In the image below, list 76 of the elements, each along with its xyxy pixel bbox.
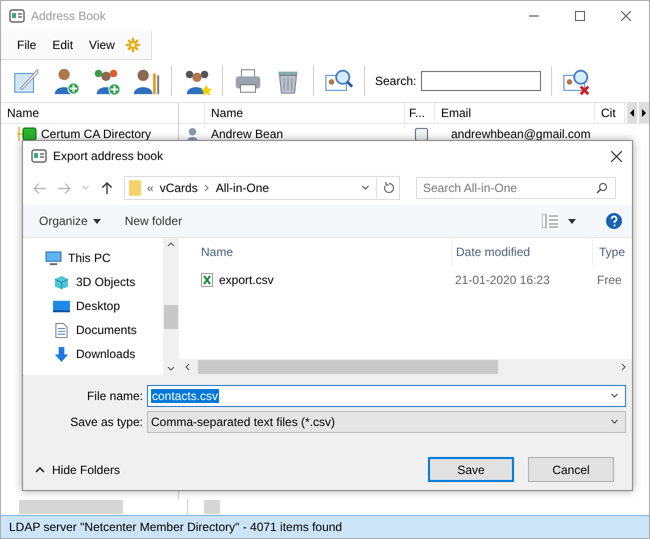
field-label: File name: bbox=[86, 389, 143, 403]
caret-icon bbox=[92, 218, 101, 224]
path-overflow[interactable]: « bbox=[147, 181, 154, 195]
document-icon bbox=[53, 322, 70, 338]
desktop-icon bbox=[53, 298, 70, 314]
file-name[interactable]: export.csv bbox=[219, 273, 274, 287]
status-text: LDAP server "Netcenter Member Directory" - 4071 items found bbox=[9, 520, 342, 534]
chevron-down-icon[interactable] bbox=[610, 393, 619, 399]
scrollbar-thumb[interactable] bbox=[19, 500, 123, 514]
nav-item[interactable]: 3D Objects bbox=[76, 275, 136, 289]
scrollbar-thumb[interactable] bbox=[198, 360, 498, 374]
scroll-left-icon[interactable] bbox=[185, 363, 190, 371]
close-icon[interactable] bbox=[621, 11, 631, 21]
column-header[interactable]: Name bbox=[205, 103, 405, 123]
hide-folders-button[interactable]: Hide Folders bbox=[35, 462, 120, 476]
monitor-icon bbox=[45, 250, 62, 266]
folder-icon bbox=[129, 179, 141, 197]
column-header[interactable]: Name bbox=[1, 103, 178, 124]
help-icon[interactable] bbox=[606, 213, 622, 229]
column-header[interactable]: Email bbox=[435, 103, 595, 123]
dialog-title: Export address book bbox=[53, 149, 164, 163]
cancel-button[interactable]: Cancel bbox=[528, 457, 614, 482]
up-arrow-icon[interactable] bbox=[100, 182, 114, 194]
download-arrow-icon bbox=[53, 346, 70, 362]
tree-item[interactable]: Certum CA Directory bbox=[41, 127, 152, 141]
scrollbar[interactable] bbox=[163, 238, 179, 375]
chevron-down-icon[interactable] bbox=[610, 419, 619, 425]
file-name-field[interactable]: contacts.csv bbox=[147, 385, 626, 407]
app-icon bbox=[31, 149, 47, 163]
chevron-up-icon bbox=[35, 466, 45, 472]
caret-icon[interactable] bbox=[568, 218, 576, 224]
organize-button[interactable]: Organize bbox=[39, 214, 101, 228]
scroll-down-icon[interactable] bbox=[167, 366, 175, 371]
scrollbar[interactable] bbox=[179, 359, 632, 375]
contact-name: Andrew Bean bbox=[210, 127, 284, 141]
column-header[interactable]: Cit bbox=[595, 103, 625, 123]
address-bar[interactable]: « vCards All-in-One bbox=[124, 176, 400, 200]
field-label: Save as type: bbox=[69, 415, 143, 429]
column-header[interactable]: Name bbox=[179, 245, 451, 259]
path-segment[interactable]: All-in-One bbox=[216, 181, 270, 195]
search-label: Search: bbox=[375, 74, 416, 88]
file-date: 21-01-2020 16:23 bbox=[454, 272, 551, 289]
app-icon bbox=[9, 9, 25, 23]
chevron-right-icon[interactable] bbox=[204, 184, 210, 192]
path-segment[interactable]: vCards bbox=[160, 181, 198, 195]
menu-item[interactable]: Edit bbox=[44, 38, 82, 52]
file-type: Free bbox=[596, 272, 623, 289]
window-title: Address Book bbox=[31, 9, 106, 23]
contact-email: andrewhbean@gmail.com bbox=[450, 127, 592, 141]
maximize-icon[interactable] bbox=[575, 11, 585, 21]
nav-item[interactable]: Desktop bbox=[76, 299, 120, 313]
cube-icon bbox=[53, 274, 70, 290]
save-type-dropdown[interactable]: Comma-separated text files (*.csv) bbox=[147, 411, 626, 433]
new-folder-button[interactable]: New folder bbox=[124, 214, 182, 228]
column-header[interactable]: F... bbox=[405, 103, 435, 123]
view-options-icon[interactable] bbox=[542, 214, 558, 228]
refresh-icon[interactable] bbox=[383, 182, 395, 194]
scroll-up-icon[interactable] bbox=[167, 242, 175, 247]
nav-item[interactable]: This PC bbox=[68, 251, 111, 265]
nav-item[interactable]: Downloads bbox=[76, 347, 136, 361]
menu-item[interactable]: File bbox=[9, 38, 44, 52]
scroll-left-button[interactable] bbox=[627, 103, 637, 123]
close-icon[interactable] bbox=[611, 150, 622, 162]
column-header[interactable]: Type bbox=[592, 238, 632, 266]
scroll-right-icon[interactable] bbox=[621, 363, 626, 371]
nav-item[interactable]: Documents bbox=[76, 323, 137, 337]
spreadsheet-file-icon bbox=[201, 273, 213, 287]
chevron-down-icon[interactable] bbox=[361, 185, 370, 191]
directory-icon bbox=[17, 127, 37, 141]
menu-item[interactable]: View bbox=[81, 38, 123, 52]
save-button[interactable]: Save bbox=[428, 457, 514, 482]
column-header[interactable]: Date modified bbox=[451, 238, 592, 266]
search-field[interactable] bbox=[421, 71, 542, 91]
scroll-right-button[interactable] bbox=[639, 103, 649, 123]
scrollbar-thumb[interactable] bbox=[164, 305, 178, 329]
scrollbar-thumb[interactable] bbox=[204, 500, 220, 514]
